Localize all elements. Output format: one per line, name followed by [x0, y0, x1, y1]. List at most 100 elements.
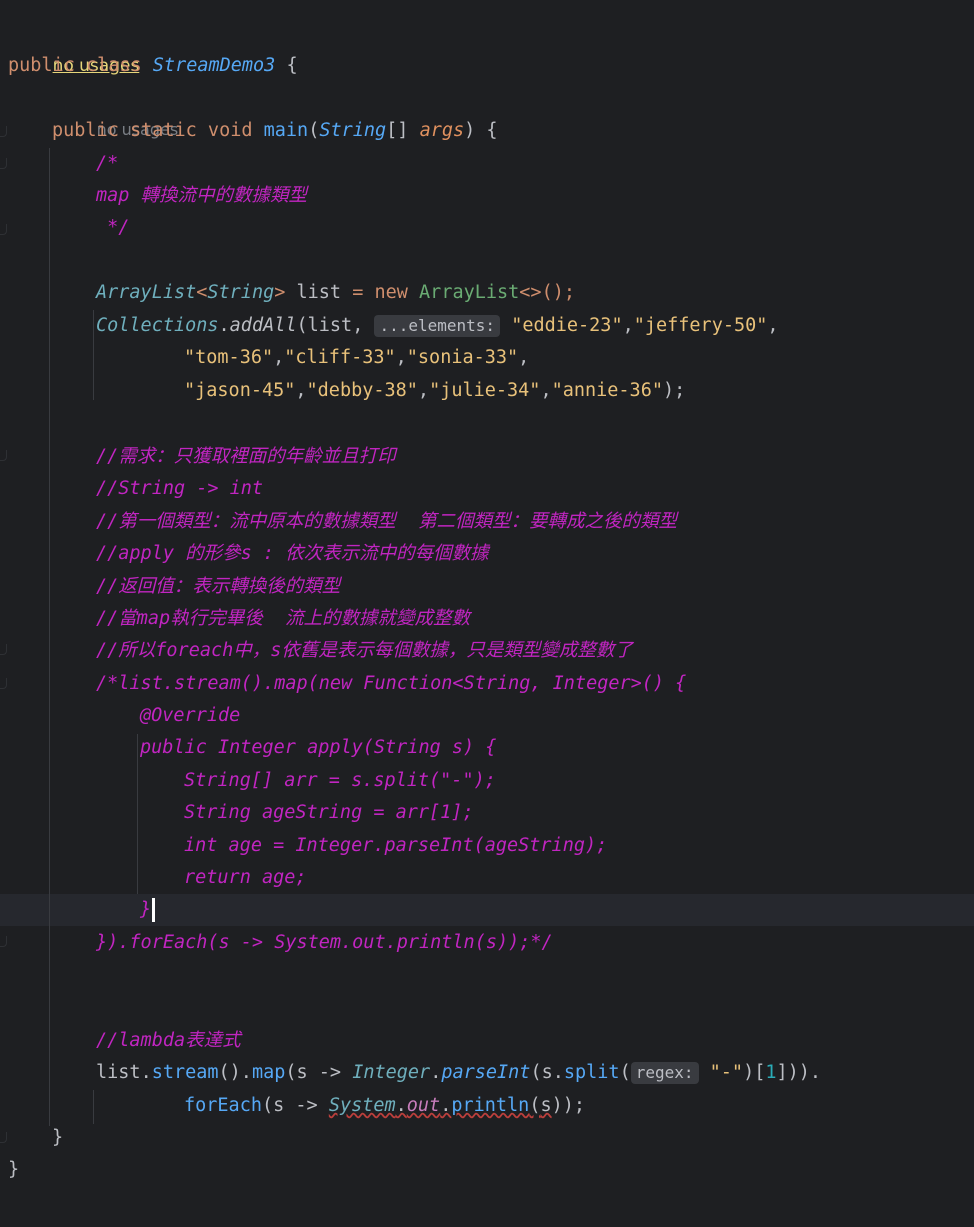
comment: //所以foreach中，s依舊是表示每個數據，只是類型變成整數了: [96, 640, 633, 661]
code-editor[interactable]: no usages public class StreamDemo3 { no …: [0, 0, 974, 1227]
variable: list: [296, 282, 342, 303]
type-name: Integer: [352, 1062, 431, 1083]
comment: }: [140, 899, 152, 920]
code-line[interactable]: list.stream().map(s -> Integer.parseInt(…: [96, 1057, 821, 1089]
text-caret: [152, 898, 156, 922]
code-line[interactable]: forEach(s -> System.out.println(s));: [184, 1090, 585, 1122]
indent-guide: [93, 1090, 94, 1124]
keyword: public static void: [52, 120, 264, 141]
code-line[interactable]: /*: [96, 148, 118, 180]
code-line[interactable]: no usages: [8, 18, 140, 76]
string-literal: "eddie-23": [511, 315, 623, 336]
fold-marker-icon[interactable]: [0, 678, 7, 689]
string-literal: "jason-45": [184, 380, 296, 401]
code-line[interactable]: //需求：只獲取裡面的年齡並且打印: [96, 441, 396, 473]
field-name: out: [406, 1095, 441, 1116]
comment: /*list.stream().map(new Function<String,…: [96, 673, 687, 694]
keyword: new: [374, 282, 420, 303]
method-name: map: [251, 1062, 286, 1083]
code-line[interactable]: @Override: [140, 700, 240, 732]
number-literal: 1: [765, 1062, 777, 1083]
comment: */: [96, 217, 130, 238]
lambda-param: s: [296, 1062, 308, 1083]
ctor-tail: <>();: [519, 282, 575, 303]
code-line[interactable]: return age;: [184, 862, 307, 894]
type-name: String: [319, 120, 387, 141]
code-line[interactable]: //第一個類型：流中原本的數據類型 第二個類型：要轉成之後的類型: [96, 506, 677, 538]
code-line[interactable]: //所以foreach中，s依舊是表示每個數據，只是類型變成整數了: [96, 635, 633, 667]
code-line[interactable]: //當map執行完畢後 流上的數據就變成整數: [96, 603, 470, 635]
comment: //lambda表達式: [96, 1030, 241, 1051]
code-line[interactable]: }).forEach(s -> System.out.println(s));*…: [96, 927, 553, 959]
code-line[interactable]: /*list.stream().map(new Function<String,…: [96, 668, 686, 700]
paren: );: [662, 380, 686, 401]
fold-marker-icon[interactable]: [0, 1132, 7, 1143]
param-hint: regex:: [630, 1062, 699, 1084]
string-literal: "cliff-33": [284, 347, 396, 368]
type-name: Collections: [96, 315, 219, 336]
param-name: args: [419, 120, 465, 141]
code-line[interactable]: //返回值：表示轉換後的類型: [96, 571, 340, 603]
code-line[interactable]: int age = Integer.parseInt(ageString);: [184, 830, 607, 862]
fold-marker-icon[interactable]: [0, 936, 7, 947]
paren: ) {: [464, 120, 498, 141]
code-line[interactable]: public class StreamDemo3 {: [8, 50, 298, 82]
code-line[interactable]: */: [96, 212, 129, 244]
brace: {: [275, 55, 298, 76]
method-name: split: [563, 1062, 620, 1083]
code-line[interactable]: "jason-45","debby-38","julie-34","annie-…: [184, 375, 685, 407]
fold-marker-icon[interactable]: [0, 450, 7, 461]
fold-marker-icon[interactable]: [0, 224, 7, 235]
comment: //String -> int: [96, 478, 264, 499]
string-literal: "debby-38": [306, 380, 418, 401]
comment: //返回值：表示轉換後的類型: [96, 576, 341, 597]
code-line[interactable]: //apply 的形參s : 依次表示流中的每個數據: [96, 538, 489, 570]
comment: //需求：只獲取裡面的年齡並且打印: [96, 446, 396, 467]
method-name: forEach: [184, 1095, 262, 1116]
code-line[interactable]: String ageString = arr[1];: [184, 797, 474, 829]
code-line[interactable]: ArrayList<String> list = new ArrayList<>…: [96, 277, 575, 309]
method-name: parseInt: [441, 1062, 531, 1083]
code-line[interactable]: "tom-36","cliff-33","sonia-33",: [184, 342, 529, 374]
comment: //apply 的形參s : 依次表示流中的每個數據: [96, 543, 489, 564]
type-name: ArrayList: [419, 282, 520, 303]
comment: map 轉換流中的數據類型: [96, 185, 308, 206]
code-line[interactable]: }: [8, 1154, 19, 1186]
fold-marker-icon[interactable]: [0, 644, 7, 655]
code-line[interactable]: no usages: [52, 82, 179, 139]
lambda-param: s: [540, 1095, 552, 1116]
string-literal: "-": [709, 1062, 744, 1083]
code-line[interactable]: }: [52, 1122, 63, 1154]
comment: return age;: [184, 867, 307, 888]
code-line[interactable]: map 轉換流中的數據類型: [96, 180, 307, 212]
indent-guide: [49, 148, 50, 1126]
comment: }).forEach(s -> System.out.println(s));*…: [96, 932, 553, 953]
string-literal: "sonia-33": [406, 347, 519, 368]
code-line[interactable]: Collections.addAll(list, ...elements: "e…: [96, 310, 779, 342]
comment: int age = Integer.parseInt(ageString);: [184, 835, 608, 856]
brace: }: [52, 1127, 64, 1148]
indent-guide: [93, 310, 94, 400]
code-line[interactable]: public Integer apply(String s) {: [140, 732, 496, 764]
string-literal: "julie-34": [429, 380, 541, 401]
code-line[interactable]: String[] arr = s.split("-");: [184, 765, 496, 797]
string-literal: "jeffery-50": [633, 315, 768, 336]
args: (list,: [296, 315, 375, 336]
type-name: ArrayList: [96, 282, 197, 303]
comment: //當map執行完畢後 流上的數據就變成整數: [96, 608, 470, 629]
variable: list: [96, 1062, 141, 1083]
string-literal: "annie-36": [551, 380, 663, 401]
code-line[interactable]: public static void main(String[] args) {: [52, 115, 498, 147]
fold-marker-icon[interactable]: [0, 126, 7, 137]
indent-guide: [137, 734, 138, 894]
fold-marker-icon[interactable]: [0, 158, 7, 169]
comment: /*: [96, 153, 119, 174]
code-line-current[interactable]: }: [140, 894, 156, 926]
code-line[interactable]: //lambda表達式: [96, 1025, 241, 1057]
code-line[interactable]: //String -> int: [96, 473, 263, 505]
dot: .: [218, 315, 230, 336]
operator: =: [341, 282, 375, 303]
comment: public Integer apply(String s) {: [140, 737, 497, 758]
string-literal: "tom-36": [184, 347, 274, 368]
comment: @Override: [140, 705, 241, 726]
